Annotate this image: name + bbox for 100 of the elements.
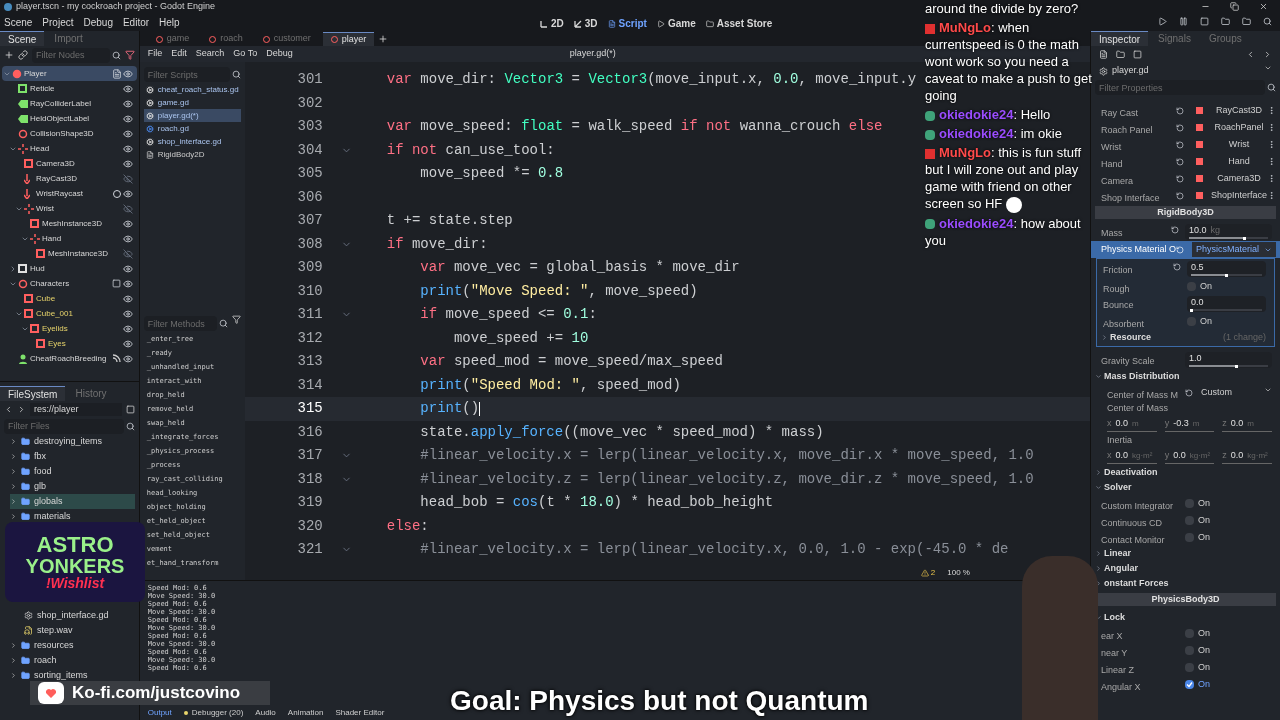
menu-item[interactable]: Go To — [233, 47, 258, 61]
eye-icon[interactable] — [122, 338, 133, 349]
dropdown[interactable]: Custom — [1200, 385, 1272, 400]
restore-icon[interactable] — [1230, 2, 1239, 11]
checkbox[interactable] — [1184, 516, 1194, 525]
revert-icon[interactable] — [1175, 191, 1184, 200]
workspace-button[interactable]: Asset Store — [705, 16, 773, 31]
group-header[interactable]: Lock — [1103, 610, 1272, 625]
new-resource-icon[interactable] — [1098, 50, 1108, 59]
filesystem-entry[interactable]: materials — [10, 509, 135, 524]
close-icon[interactable] — [1259, 2, 1268, 11]
caret-icon[interactable] — [1094, 469, 1102, 476]
bottom-tab[interactable]: Audio — [255, 706, 276, 719]
tree-item[interactable]: RayCast3D — [2, 171, 137, 186]
checkbox[interactable] — [1186, 317, 1196, 326]
filesystem-entry[interactable]: fbx — [10, 449, 135, 464]
editor-tab[interactable]: game — [147, 32, 198, 46]
caret-icon[interactable] — [1094, 484, 1102, 491]
object-value[interactable]: ShopInterface — [1210, 188, 1267, 203]
eye-icon[interactable] — [122, 263, 133, 274]
zoom-level[interactable]: 100 % — [947, 567, 970, 579]
tree-item[interactable]: CheatRoachBreeding — [2, 351, 137, 366]
number-slider[interactable]: 1.0 — [1184, 352, 1272, 368]
filesystem-entry[interactable]: roach — [10, 653, 135, 668]
forward-icon[interactable] — [1263, 50, 1272, 59]
filesystem-entry[interactable]: globals — [10, 494, 135, 509]
tree-item[interactable]: MeshInstance3D — [2, 246, 137, 261]
revert-icon[interactable] — [1175, 123, 1184, 132]
workspace-button[interactable]: Script — [607, 16, 647, 31]
eye-icon[interactable] — [122, 323, 133, 334]
number-slider[interactable]: 0.0 — [1186, 296, 1266, 312]
tree-item[interactable]: HeldObjectLabel — [2, 111, 137, 126]
script-icon[interactable] — [111, 68, 122, 79]
revert-icon[interactable] — [1175, 174, 1184, 183]
path-field[interactable]: res://player — [30, 402, 122, 417]
eye-icon[interactable] — [122, 293, 133, 304]
editor-tab[interactable]: player — [322, 32, 375, 46]
filter-field[interactable]: Filter Nodes — [32, 47, 110, 63]
eye-icon[interactable] — [122, 218, 133, 229]
play-icon[interactable] — [1158, 17, 1167, 26]
script-item[interactable]: roach.gd — [143, 122, 241, 135]
caret-icon[interactable] — [9, 264, 17, 273]
checkbox[interactable] — [1184, 499, 1194, 508]
forward-icon[interactable] — [17, 405, 26, 414]
eye-icon[interactable] — [122, 278, 133, 289]
filesystem-entry[interactable]: food — [10, 464, 135, 479]
add-tab-icon[interactable] — [378, 34, 389, 44]
filesystem-entry[interactable]: step.wav — [10, 623, 135, 638]
script-item[interactable]: player.gd(*) — [143, 109, 241, 122]
caret-icon[interactable] — [1094, 550, 1102, 557]
menu-item[interactable]: Editor — [122, 14, 150, 30]
stop-icon[interactable] — [1200, 17, 1209, 26]
tree-item[interactable]: Cube — [2, 291, 137, 306]
eye-icon[interactable] — [122, 308, 133, 319]
dock-tab[interactable]: Scene — [0, 31, 45, 46]
editor-tab[interactable]: roach — [201, 32, 251, 46]
bottom-tab[interactable]: Shader Editor — [335, 706, 385, 719]
eye-icon[interactable] — [122, 158, 133, 169]
filesystem-entry[interactable]: resources — [10, 638, 135, 653]
resource-value[interactable]: PhysicsMaterial — [1191, 242, 1276, 257]
bottom-tab[interactable]: Debugger (20) — [183, 706, 244, 719]
tree-item[interactable]: Reticle — [2, 81, 137, 96]
workspace-button[interactable]: 3D — [573, 16, 598, 31]
slider-thumb[interactable] — [1235, 364, 1239, 368]
tree-item[interactable]: WristRaycast — [2, 186, 137, 201]
filesystem-entry[interactable]: glb — [10, 479, 135, 494]
tree-item[interactable]: Cube_001 — [2, 306, 137, 321]
caret-icon[interactable] — [1094, 373, 1102, 380]
menu-item[interactable]: Scene — [4, 14, 33, 30]
tree-item[interactable]: Head — [2, 141, 137, 156]
bottom-tab[interactable]: Output — [147, 706, 172, 719]
menu-item[interactable]: File — [147, 47, 163, 61]
object-value[interactable]: Hand — [1210, 154, 1267, 169]
tree-item[interactable]: Hud — [2, 261, 137, 276]
group-header[interactable]: onstant Forces — [1103, 576, 1272, 591]
revert-icon[interactable] — [1175, 140, 1184, 149]
revert-icon[interactable] — [1175, 106, 1184, 115]
back-icon[interactable] — [1246, 50, 1255, 59]
open-icon[interactable] — [1115, 50, 1125, 59]
script-item[interactable]: cheat_roach_status.gd — [143, 83, 241, 96]
checkbox[interactable] — [1184, 533, 1194, 542]
eye-icon[interactable] — [122, 143, 133, 154]
object-value[interactable]: RayCast3D — [1210, 103, 1267, 118]
eye-icon[interactable] — [122, 83, 133, 94]
number-slider[interactable]: 10.0 kg — [1184, 224, 1272, 240]
menu-item[interactable]: Project — [42, 14, 74, 30]
hidden-eye-icon[interactable] — [122, 173, 133, 184]
script-selector[interactable]: player.gd — [1111, 64, 1272, 78]
tree-item[interactable]: Characters — [2, 276, 137, 291]
pause-icon[interactable] — [1179, 17, 1188, 26]
group-header[interactable]: Linear — [1103, 546, 1272, 561]
resource-row[interactable]: Physics Material O PhysicsMaterial — [1090, 241, 1280, 258]
bottom-tab[interactable]: Animation — [287, 706, 324, 719]
menu-item[interactable]: Debug — [83, 14, 113, 30]
dock-tab[interactable]: FileSystem — [0, 386, 66, 401]
revert-icon[interactable] — [1184, 388, 1193, 397]
tree-item[interactable]: MeshInstance3D — [2, 216, 137, 231]
menu-item[interactable]: Debug — [266, 47, 293, 61]
slider-thumb[interactable] — [1243, 236, 1247, 240]
group-header[interactable]: Resource — [1109, 330, 1221, 345]
